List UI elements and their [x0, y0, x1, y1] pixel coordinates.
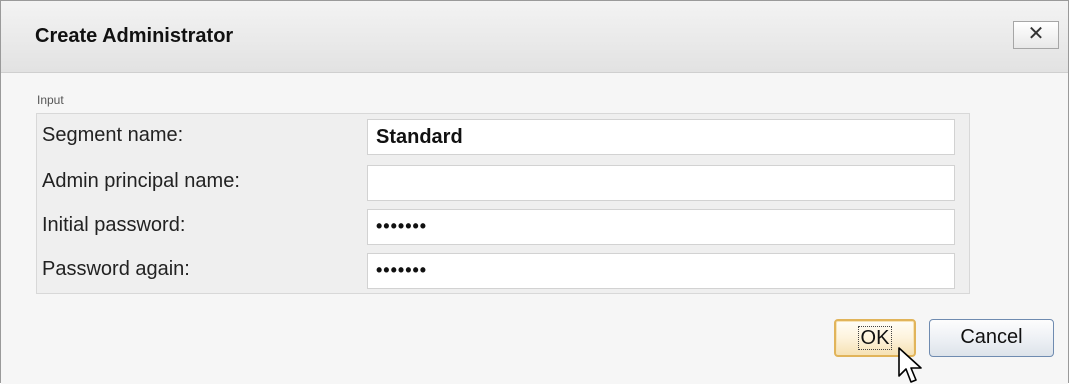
create-administrator-dialog: Create Administrator ✕ Input Segment nam…: [0, 0, 1069, 384]
dialog-body: Input Segment name: Standard Admin princ…: [1, 73, 1068, 384]
segment-name-label: Segment name:: [42, 124, 184, 146]
admin-principal-name-field[interactable]: [367, 165, 955, 201]
input-group: Segment name: Standard Admin principal n…: [36, 113, 970, 294]
close-icon: ✕: [1027, 23, 1045, 45]
dialog-title: Create Administrator: [35, 25, 234, 47]
dialog-titlebar: Create Administrator ✕: [1, 1, 1068, 73]
group-label: Input: [37, 93, 64, 107]
password-again-label: Password again:: [42, 258, 190, 280]
cancel-button[interactable]: Cancel: [929, 319, 1054, 357]
admin-principal-name-label: Admin principal name:: [42, 170, 240, 192]
initial-password-field[interactable]: •••••••: [367, 209, 955, 245]
initial-password-label: Initial password:: [42, 214, 186, 236]
mouse-pointer-icon: [898, 347, 922, 383]
close-button[interactable]: ✕: [1013, 21, 1059, 49]
password-again-field[interactable]: •••••••: [367, 253, 955, 289]
segment-name-field[interactable]: Standard: [367, 119, 955, 155]
ok-button-label: OK: [857, 326, 893, 350]
